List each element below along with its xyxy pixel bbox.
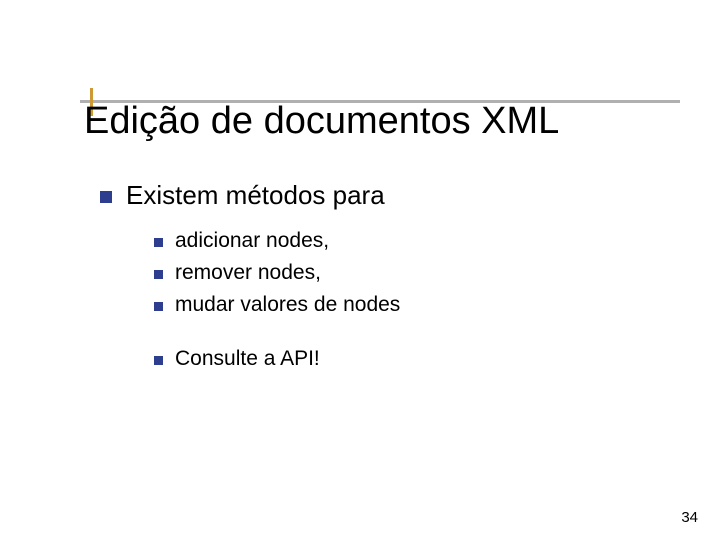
slide-body: Existem métodos para adicionar nodes, re… bbox=[100, 180, 660, 379]
bullet-lvl2: remover nodes, bbox=[154, 261, 660, 285]
spacer bbox=[154, 325, 660, 347]
square-bullet-icon bbox=[154, 302, 163, 311]
square-bullet-icon bbox=[154, 356, 163, 365]
bullet-lvl2-text: Consulte a API! bbox=[175, 347, 320, 371]
bullet-lvl1-text: Existem métodos para bbox=[126, 180, 385, 211]
square-bullet-icon bbox=[154, 270, 163, 279]
page-number: 34 bbox=[681, 509, 698, 526]
bullet-lvl1: Existem métodos para bbox=[100, 180, 660, 211]
bullet-lvl2: mudar valores de nodes bbox=[154, 293, 660, 317]
title-block: Edição de documentos XML bbox=[80, 100, 680, 140]
slide-title: Edição de documentos XML bbox=[80, 102, 680, 142]
slide: Edição de documentos XML Existem métodos… bbox=[0, 0, 720, 540]
square-bullet-icon bbox=[154, 238, 163, 247]
bullet-lvl2: adicionar nodes, bbox=[154, 229, 660, 253]
square-bullet-icon bbox=[100, 191, 112, 203]
bullet-lvl2-group: adicionar nodes, remover nodes, mudar va… bbox=[154, 229, 660, 371]
bullet-lvl2: Consulte a API! bbox=[154, 347, 660, 371]
bullet-lvl2-text: mudar valores de nodes bbox=[175, 293, 400, 317]
bullet-lvl2-text: adicionar nodes, bbox=[175, 229, 329, 253]
bullet-lvl2-text: remover nodes, bbox=[175, 261, 321, 285]
